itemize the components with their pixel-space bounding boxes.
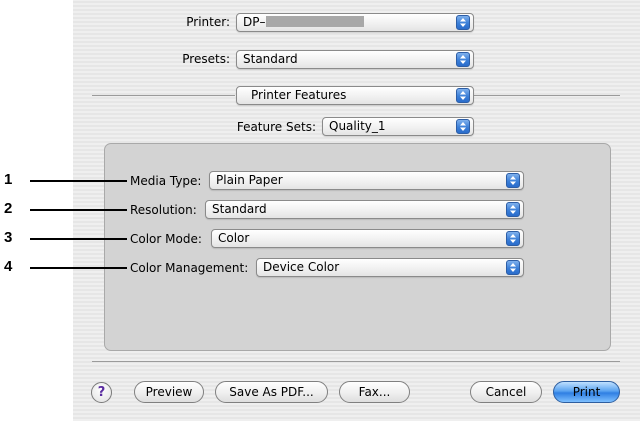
color-management-popup[interactable]: Device Color [256,258,524,277]
color-management-label: Color Management: [130,261,249,275]
printer-popup[interactable]: DP– [236,13,474,32]
presets-popup[interactable]: Standard [236,50,474,69]
separator-right [474,95,620,96]
callout-line [30,238,127,240]
printer-label: Printer: [186,15,230,29]
presets-label: Presets: [182,52,230,66]
resolution-popup[interactable]: Standard [205,200,524,219]
feature-sets-label: Feature Sets: [236,120,316,134]
resolution-value: Standard [212,202,267,216]
media-type-popup[interactable]: Plain Paper [209,171,524,190]
panel-select-value: Printer Features [251,88,347,102]
print-button[interactable]: Print [553,381,620,403]
feature-sets-popup[interactable]: Quality_1 [322,117,474,136]
callout-number: 2 [4,200,13,217]
popup-arrows-icon [456,119,470,134]
color-mode-label: Color Mode: [130,232,202,246]
callout-line [30,209,127,211]
popup-arrows-icon [506,260,520,275]
separator-left [92,95,235,96]
preview-button[interactable]: Preview [134,381,204,403]
popup-arrows-icon [456,52,470,67]
feature-sets-value: Quality_1 [329,119,386,133]
printer-value: DP– [243,15,266,29]
media-type-label: Media Type: [130,174,202,188]
callout-number: 1 [4,171,13,188]
callout-line [30,267,127,269]
bottom-separator [92,361,620,362]
popup-arrows-icon [506,173,520,188]
callout-number: 4 [4,258,13,275]
save-as-pdf-button[interactable]: Save As PDF... [215,381,328,403]
popup-arrows-icon [506,231,520,246]
color-mode-popup[interactable]: Color [211,229,524,248]
color-mode-value: Color [218,231,250,245]
popup-arrows-icon [456,15,470,30]
callout-line [30,180,127,182]
popup-arrows-icon [506,202,520,217]
cancel-button[interactable]: Cancel [470,381,542,403]
panel-select-popup[interactable]: Printer Features [236,86,474,105]
help-button[interactable]: ? [91,382,112,403]
redacted-printer-name [266,16,365,27]
media-type-value: Plain Paper [216,173,283,187]
fax-button[interactable]: Fax... [339,381,410,403]
resolution-label: Resolution: [130,203,197,217]
presets-value: Standard [243,52,298,66]
popup-arrows-icon [456,88,470,103]
color-management-value: Device Color [263,260,340,274]
callout-number: 3 [4,229,13,246]
